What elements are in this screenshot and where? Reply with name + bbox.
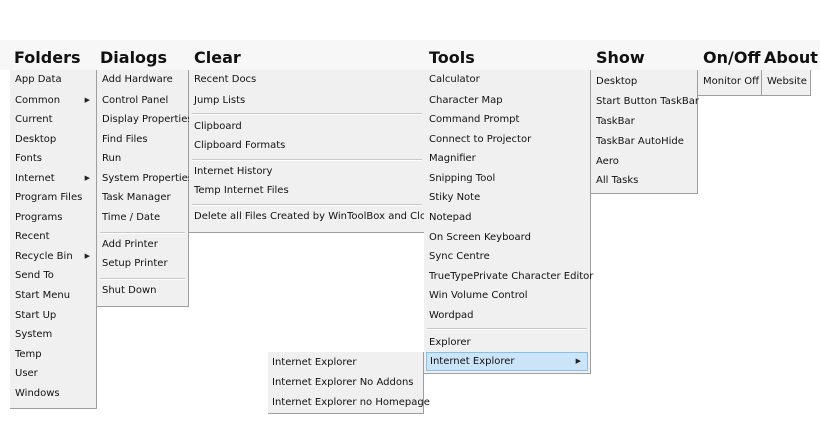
- folders-item-common[interactable]: Common ▶: [10, 91, 96, 110]
- clear-item-jump-lists[interactable]: Jump Lists: [189, 91, 425, 110]
- folders-item-internet[interactable]: Internet ▶: [10, 169, 96, 188]
- dialogs-item-display-properties[interactable]: Display Properties: [97, 110, 193, 129]
- folders-item-temp[interactable]: Temp: [10, 345, 96, 364]
- folders-item-app-data[interactable]: App Data: [10, 70, 96, 89]
- dialogs-item-shut-down[interactable]: Shut Down: [97, 281, 188, 300]
- dialogs-item-find-files[interactable]: Find Files: [97, 130, 188, 149]
- dialogs-item-run[interactable]: Run: [97, 149, 188, 168]
- show-item-all-tasks[interactable]: All Tasks: [591, 171, 697, 190]
- clear-item-clipboard[interactable]: Clipboard: [189, 117, 425, 136]
- dialogs-item-add-hardware[interactable]: Add Hardware: [97, 70, 188, 89]
- onoff-item-monitor-off[interactable]: Monitor Off: [698, 72, 761, 91]
- folders-item-current[interactable]: Current: [10, 110, 96, 129]
- show-item-taskbar[interactable]: TaskBar: [591, 112, 697, 131]
- tools-item-stiky-note[interactable]: Stiky Note: [424, 188, 590, 207]
- folders-item-recent[interactable]: Recent: [10, 227, 96, 246]
- dialogs-item-control-panel[interactable]: Control Panel: [97, 91, 188, 110]
- folders-item-start-up[interactable]: Start Up: [10, 306, 96, 325]
- show-item-start-button-taskbar[interactable]: Start Button TaskBar: [591, 92, 699, 111]
- dialogs-item-task-manager[interactable]: Task Manager: [97, 188, 188, 207]
- dialogs-item-system-properties[interactable]: System Properties: [97, 169, 193, 188]
- tools-item-character-map[interactable]: Character Map: [424, 91, 590, 110]
- separator: [192, 113, 422, 115]
- dialogs-item-time-date[interactable]: Time / Date: [97, 208, 188, 227]
- about-item-website[interactable]: Website: [762, 72, 810, 91]
- tools-item-command-prompt[interactable]: Command Prompt: [424, 110, 590, 129]
- show-menu: Desktop Start Button TaskBar TaskBar Tas…: [591, 70, 699, 194]
- menu-about[interactable]: About: [764, 47, 818, 69]
- submenu-arrow-icon: ▶: [84, 96, 90, 104]
- separator: [100, 278, 185, 280]
- clear-item-clipboard-formats[interactable]: Clipboard Formats: [189, 136, 425, 155]
- dialogs-item-add-printer[interactable]: Add Printer: [97, 235, 188, 254]
- folders-item-desktop[interactable]: Desktop: [10, 130, 96, 149]
- internet-explorer-submenu: Internet Explorer Internet Explorer No A…: [268, 352, 430, 414]
- tools-item-internet-explorer[interactable]: Internet Explorer ▶: [426, 352, 588, 371]
- onoff-menu: Monitor Off: [698, 70, 762, 96]
- tools-item-sync-centre[interactable]: Sync Centre: [424, 247, 590, 266]
- separator: [192, 159, 422, 161]
- tools-item-magnifier[interactable]: Magnifier: [424, 149, 590, 168]
- submenu-item-ie-no-addons[interactable]: Internet Explorer No Addons: [268, 373, 423, 392]
- submenu-arrow-icon: ▶: [575, 357, 581, 365]
- about-menu: Website: [762, 70, 811, 96]
- clear-item-internet-history[interactable]: Internet History: [189, 162, 425, 181]
- folders-item-programs[interactable]: Programs: [10, 208, 96, 227]
- show-item-taskbar-autohide[interactable]: TaskBar AutoHide: [591, 132, 697, 151]
- tools-item-truetype-editor[interactable]: TrueTypePrivate Character Editor: [424, 267, 593, 286]
- folders-item-windows[interactable]: Windows: [10, 384, 96, 403]
- folders-item-fonts[interactable]: Fonts: [10, 149, 96, 168]
- tools-item-on-screen-keyboard[interactable]: On Screen Keyboard: [424, 228, 590, 247]
- separator: [192, 204, 422, 206]
- tools-item-calculator[interactable]: Calculator: [424, 70, 590, 89]
- submenu-arrow-icon: ▶: [84, 252, 90, 260]
- tools-menu: Calculator Character Map Command Prompt …: [424, 70, 593, 374]
- show-item-desktop[interactable]: Desktop: [591, 72, 697, 91]
- tools-item-wordpad[interactable]: Wordpad: [424, 306, 590, 325]
- submenu-item-ie-no-homepage[interactable]: Internet Explorer no Homepage: [268, 393, 430, 412]
- tools-item-win-volume-control[interactable]: Win Volume Control: [424, 286, 590, 305]
- tools-item-explorer[interactable]: Explorer: [424, 333, 590, 352]
- submenu-item-internet-explorer[interactable]: Internet Explorer: [268, 353, 423, 372]
- menu-dialogs[interactable]: Dialogs: [100, 47, 167, 69]
- separator: [427, 328, 587, 330]
- folders-item-user[interactable]: User: [10, 364, 96, 383]
- menu-show[interactable]: Show: [596, 47, 645, 69]
- dialogs-item-setup-printer[interactable]: Setup Printer: [97, 254, 188, 273]
- submenu-arrow-icon: ▶: [84, 174, 90, 182]
- clear-item-recent-docs[interactable]: Recent Docs: [189, 70, 425, 89]
- dialogs-menu: Add Hardware Control Panel Display Prope…: [97, 70, 193, 307]
- menu-clear[interactable]: Clear: [194, 47, 241, 69]
- folders-item-system[interactable]: System: [10, 325, 96, 344]
- folders-menu: App Data Common ▶ Current Desktop Fonts I…: [10, 70, 97, 409]
- folders-item-recycle-bin[interactable]: Recycle Bin ▶: [10, 247, 96, 266]
- separator: [100, 232, 185, 234]
- show-item-aero[interactable]: Aero: [591, 152, 697, 171]
- clear-menu: Recent Docs Jump Lists Clipboard Clipboa…: [189, 70, 437, 233]
- clear-item-temp-internet-files[interactable]: Temp Internet Files: [189, 181, 425, 200]
- tools-item-snipping-tool[interactable]: Snipping Tool: [424, 169, 590, 188]
- tools-item-connect-to-projector[interactable]: Connect to Projector: [424, 130, 590, 149]
- folders-item-program-files[interactable]: Program Files: [10, 188, 96, 207]
- folders-item-start-menu[interactable]: Start Menu: [10, 286, 96, 305]
- folders-item-send-to[interactable]: Send To: [10, 266, 96, 285]
- menu-folders[interactable]: Folders: [14, 47, 80, 69]
- menu-tools[interactable]: Tools: [429, 47, 475, 69]
- clear-item-delete-all-files[interactable]: Delete all Files Created by WinToolBox a…: [189, 207, 437, 226]
- tools-item-notepad[interactable]: Notepad: [424, 208, 590, 227]
- menu-onoff[interactable]: On/Off: [703, 47, 760, 69]
